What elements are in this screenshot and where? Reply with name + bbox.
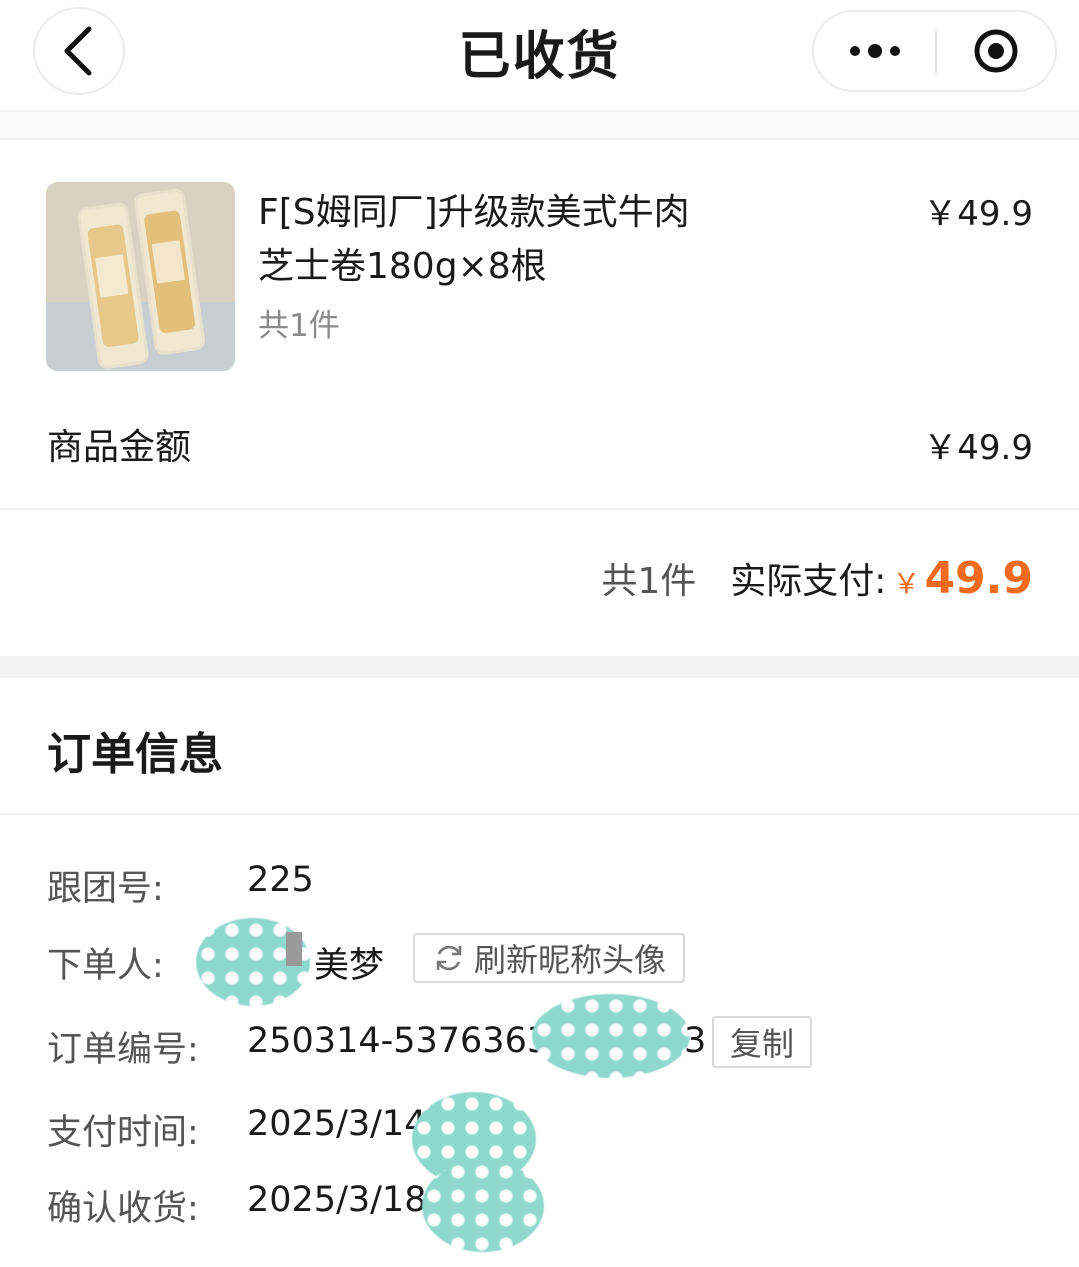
target-circle-icon <box>974 29 1018 73</box>
pay-time-label: 支付时间: <box>47 1113 199 1153</box>
payment-total: 共1件 实际支付: ￥ 49.9 <box>601 552 1033 612</box>
redacted-mosaic <box>532 994 690 1078</box>
paid-amount: 49.9 <box>924 553 1033 604</box>
copy-button-label: 复制 <box>729 1025 794 1063</box>
order-no-prefix: 250314-5376363 <box>247 1021 550 1061</box>
refresh-nickname-button[interactable]: 刷新昵称头像 <box>413 933 685 983</box>
divider <box>0 813 1079 815</box>
group-no-label: 跟团号: <box>47 869 164 909</box>
total-count: 共1件 <box>601 561 697 602</box>
order-no-suffix: 3 <box>684 1021 707 1061</box>
buyer-label: 下单人: <box>47 946 164 986</box>
paid-label: 实际支付: <box>730 561 887 602</box>
section-separator <box>0 656 1079 678</box>
copy-button[interactable]: 复制 <box>712 1016 812 1068</box>
product-price: ￥49.9 <box>923 194 1033 234</box>
order-info-title: 订单信息 <box>47 729 223 780</box>
paid-currency: ￥ <box>892 567 921 600</box>
product-name[interactable]: F[S姆同厂]升级款美式牛肉 芝士卷180g×8根 <box>258 186 778 294</box>
product-quantity: 共1件 <box>258 308 340 344</box>
mini-program-capsule <box>812 10 1057 92</box>
product-image[interactable] <box>46 182 235 371</box>
confirm-value: 2025/3/18 <box>247 1180 427 1220</box>
goods-amount-value: ￥49.9 <box>923 428 1033 468</box>
more-button[interactable] <box>814 12 936 90</box>
section-separator <box>0 112 1079 140</box>
product-name-line2: 芝士卷180g×8根 <box>258 246 547 287</box>
pay-time-value: 2025/3/14 <box>247 1104 427 1144</box>
order-no-label: 订单编号: <box>47 1030 199 1070</box>
close-mini-program-button[interactable] <box>937 12 1055 90</box>
buyer-name: 美梦 <box>314 946 385 986</box>
product-name-line1: F[S姆同厂]升级款美式牛肉 <box>258 192 690 233</box>
redacted-mosaic <box>422 1160 544 1252</box>
refresh-button-label: 刷新昵称头像 <box>473 941 666 979</box>
nav-bar: 已收货 <box>0 0 1079 112</box>
avatar <box>286 932 302 966</box>
product-photo <box>46 182 235 371</box>
group-no-value: 225 <box>247 860 314 900</box>
divider <box>0 508 1079 510</box>
more-dots-icon <box>850 44 900 58</box>
refresh-icon <box>436 945 462 971</box>
goods-amount-label: 商品金额 <box>47 427 192 468</box>
confirm-label: 确认收货: <box>47 1189 199 1229</box>
